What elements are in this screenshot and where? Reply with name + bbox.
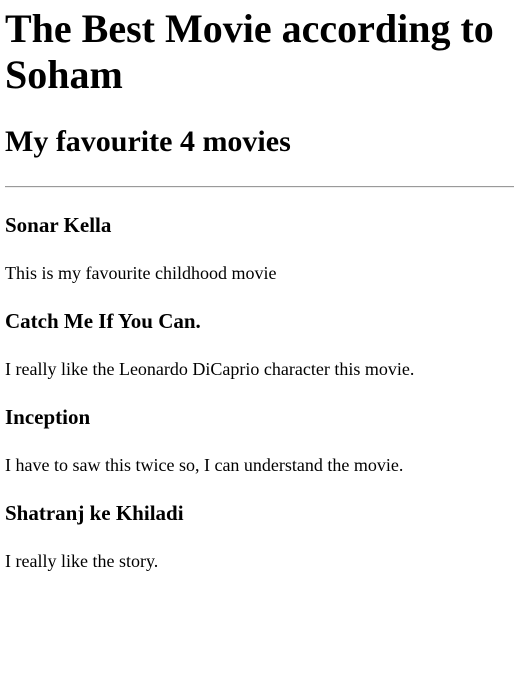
page-content: The Best Movie according to Soham My fav… — [0, 6, 516, 572]
movie-title: Sonar Kella — [5, 213, 112, 237]
movie-item: Shatranj ke Khiladi I really like the st… — [5, 500, 514, 572]
movie-item: Inception I have to saw this twice so, I… — [5, 404, 514, 476]
movie-title: Shatranj ke Khiladi — [5, 501, 184, 525]
movie-description: I really like the Leonardo DiCaprio char… — [5, 359, 415, 379]
movie-item: Catch Me If You Can. I really like the L… — [5, 308, 514, 380]
movie-description: This is my favourite childhood movie — [5, 263, 277, 283]
movie-description: I have to saw this twice so, I can under… — [5, 455, 404, 475]
divider — [5, 186, 514, 188]
page-title: The Best Movie according to Soham — [5, 6, 494, 97]
movie-title: Catch Me If You Can. — [5, 309, 201, 333]
page-subtitle: My favourite 4 movies — [5, 125, 291, 158]
movie-description: I really like the story. — [5, 551, 159, 571]
movie-item: Sonar Kella This is my favourite childho… — [5, 212, 514, 284]
movie-title: Inception — [5, 405, 91, 429]
